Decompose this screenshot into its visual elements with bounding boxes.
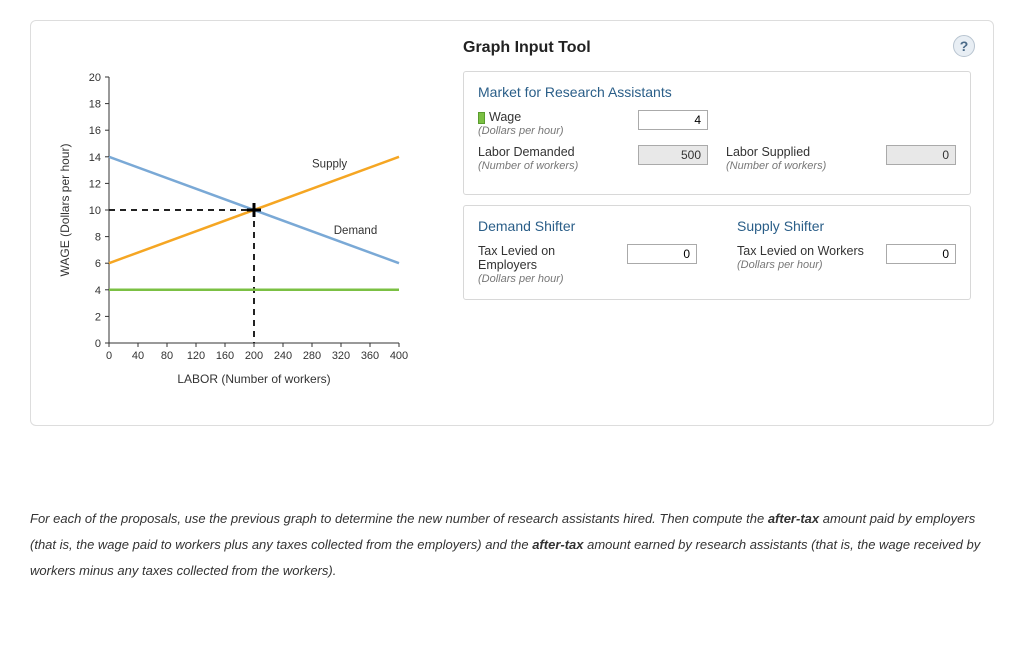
- svg-text:LABOR (Number of workers): LABOR (Number of workers): [177, 372, 330, 386]
- labor-supplied-label: Labor Supplied: [726, 145, 876, 159]
- labor-demanded-value: 500: [638, 145, 708, 165]
- svg-text:Demand: Demand: [334, 225, 377, 237]
- labor-demanded-label: Labor Demanded: [478, 145, 628, 159]
- market-title: Market for Research Assistants: [478, 84, 956, 100]
- svg-text:16: 16: [89, 125, 101, 137]
- wage-sublabel: (Dollars per hour): [478, 125, 628, 137]
- svg-text:8: 8: [95, 232, 101, 244]
- svg-text:160: 160: [216, 350, 234, 362]
- svg-text:14: 14: [89, 152, 101, 164]
- tax-workers-label: Tax Levied on Workers: [737, 244, 876, 258]
- tax-employers-label: Tax Levied on Employers: [478, 244, 617, 272]
- tax-employers-input[interactable]: [627, 244, 697, 264]
- svg-text:0: 0: [95, 338, 101, 350]
- svg-text:6: 6: [95, 258, 101, 270]
- svg-text:20: 20: [89, 72, 101, 84]
- svg-text:400: 400: [390, 350, 408, 362]
- chart[interactable]: 0246810121416182004080120160200240280320…: [53, 67, 413, 397]
- svg-text:12: 12: [89, 178, 101, 190]
- controls-column: Graph Input Tool Market for Research Ass…: [463, 39, 971, 397]
- svg-text:2: 2: [95, 311, 101, 323]
- wage-input[interactable]: [638, 110, 708, 130]
- supply-shifter-title: Supply Shifter: [737, 218, 956, 234]
- svg-text:120: 120: [187, 350, 205, 362]
- labor-demanded-sublabel: (Number of workers): [478, 160, 628, 172]
- svg-text:40: 40: [132, 350, 144, 362]
- svg-text:4: 4: [95, 285, 101, 297]
- labor-supplied-sublabel: (Number of workers): [726, 160, 876, 172]
- svg-text:Supply: Supply: [312, 158, 347, 170]
- wage-label: Wage: [478, 110, 628, 124]
- svg-text:0: 0: [106, 350, 112, 362]
- tax-workers-input[interactable]: [886, 244, 956, 264]
- shifter-section: Demand Shifter Tax Levied on Employers (…: [463, 205, 971, 300]
- svg-text:280: 280: [303, 350, 321, 362]
- instructions-text: For each of the proposals, use the previ…: [30, 506, 994, 584]
- svg-text:360: 360: [361, 350, 379, 362]
- svg-text:320: 320: [332, 350, 350, 362]
- market-section: Market for Research Assistants Wage (Dol…: [463, 71, 971, 195]
- svg-text:10: 10: [89, 205, 101, 217]
- svg-text:80: 80: [161, 350, 173, 362]
- tool-title: Graph Input Tool: [463, 39, 971, 57]
- tax-workers-sublabel: (Dollars per hour): [737, 259, 876, 271]
- labor-supplied-value: 0: [886, 145, 956, 165]
- demand-shifter-title: Demand Shifter: [478, 218, 697, 234]
- svg-text:200: 200: [245, 350, 263, 362]
- svg-text:240: 240: [274, 350, 292, 362]
- svg-text:18: 18: [89, 99, 101, 111]
- graph-input-panel: ? 02468101214161820040801201602002402803…: [30, 20, 994, 426]
- wage-marker-icon: [478, 112, 485, 124]
- svg-text:WAGE (Dollars per hour): WAGE (Dollars per hour): [58, 144, 72, 277]
- chart-column: 0246810121416182004080120160200240280320…: [53, 39, 433, 397]
- tax-employers-sublabel: (Dollars per hour): [478, 273, 617, 285]
